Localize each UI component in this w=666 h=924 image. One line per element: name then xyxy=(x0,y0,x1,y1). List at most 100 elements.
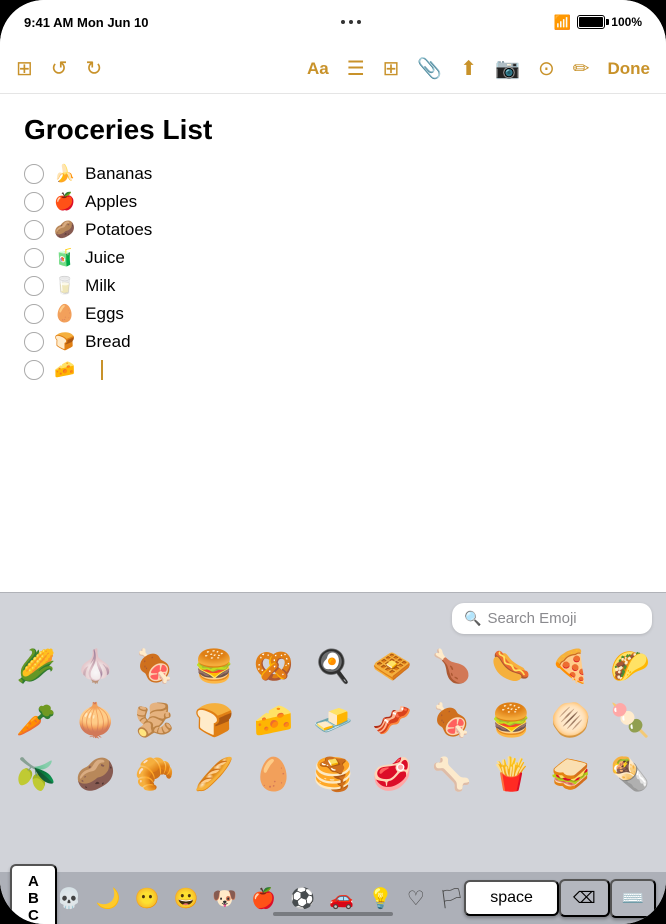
check-circle[interactable] xyxy=(24,248,44,268)
text-cursor xyxy=(96,360,103,380)
sidebar-icon[interactable]: ⊞ xyxy=(16,56,33,81)
emoji-cell[interactable]: 🍖 xyxy=(428,694,476,746)
item-emoji: 🍌 xyxy=(54,164,75,184)
checklist-item[interactable]: 🧀 xyxy=(24,360,642,380)
emoji-cell[interactable]: 🧇 xyxy=(368,640,416,692)
status-center-dots xyxy=(341,20,361,24)
emoji-cell[interactable]: 🌯 xyxy=(606,748,654,800)
toolbar: ⊞ ↺ ↻ Aa ☰ ⊞ 📎 ⬆ 📷 ⊙ ✏ Done xyxy=(0,44,666,94)
checklist-item[interactable]: 🥛 Milk xyxy=(24,276,642,296)
status-right: 📶 100% xyxy=(554,14,642,31)
check-circle[interactable] xyxy=(24,332,44,352)
emoji-cell[interactable]: 🍔 xyxy=(190,640,238,692)
camera-icon[interactable]: 📷 xyxy=(495,56,520,81)
emoji-cell[interactable]: 🦴 xyxy=(428,748,476,800)
checklist-icon[interactable]: ☰ xyxy=(347,56,365,81)
emoji-cell[interactable]: 🥕 xyxy=(12,694,60,746)
emoji-cell[interactable]: 🥖 xyxy=(190,748,238,800)
checklist: 🍌 Bananas 🍎 Apples 🥔 Potatoes 🧃 Juice 🥛 … xyxy=(24,164,642,380)
item-label: Apples xyxy=(85,192,137,212)
space-button[interactable]: space xyxy=(464,880,559,916)
emoji-category-icon-6[interactable]: ⚽ xyxy=(290,886,315,911)
emoji-cell[interactable]: 🍞 xyxy=(190,694,238,746)
emoji-cell[interactable]: 🫒 xyxy=(12,748,60,800)
emoji-cell[interactable]: 🍳 xyxy=(309,640,357,692)
emoji-category-icon-2[interactable]: 😶 xyxy=(135,886,160,911)
emoji-cell[interactable]: 🍖 xyxy=(131,640,179,692)
emoji-category-icon-10[interactable]: 🏳 xyxy=(439,886,464,911)
checklist-item[interactable]: 🧃 Juice xyxy=(24,248,642,268)
redo-icon[interactable]: ↻ xyxy=(86,56,103,81)
delete-button[interactable]: ⌫ xyxy=(559,879,610,917)
item-label: Bread xyxy=(85,332,130,352)
emoji-category-icon-0[interactable]: 💀 xyxy=(57,886,82,911)
emoji-cell[interactable]: 🥔 xyxy=(71,748,119,800)
check-circle[interactable] xyxy=(24,164,44,184)
more-icon[interactable]: ⊙ xyxy=(538,56,555,81)
compose-icon[interactable]: ✏ xyxy=(573,56,590,81)
checklist-item[interactable]: 🥔 Potatoes xyxy=(24,220,642,240)
item-label: Potatoes xyxy=(85,220,152,240)
emoji-cell[interactable]: 🧈 xyxy=(309,694,357,746)
status-bar: 9:41 AM Mon Jun 10 📶 100% xyxy=(0,0,666,44)
emoji-cell[interactable]: 🥚 xyxy=(250,748,298,800)
emoji-cell[interactable]: 🍡 xyxy=(606,694,654,746)
emoji-cell[interactable]: 🧅 xyxy=(71,694,119,746)
search-icon: 🔍 xyxy=(464,610,481,627)
emoji-category-icon-7[interactable]: 🚗 xyxy=(329,886,354,911)
check-circle[interactable] xyxy=(24,192,44,212)
done-button[interactable]: Done xyxy=(608,59,651,79)
emoji-search-box[interactable]: 🔍 Search Emoji xyxy=(452,603,652,634)
emoji-cell[interactable]: 🌭 xyxy=(487,640,535,692)
emoji-cell[interactable]: 🍟 xyxy=(487,748,535,800)
emoji-cell[interactable]: 🥩 xyxy=(368,748,416,800)
status-time: 9:41 AM Mon Jun 10 xyxy=(24,15,149,30)
abc-button[interactable]: A B C xyxy=(10,864,57,924)
keyboard-toggle-button[interactable]: ⌨️ xyxy=(610,879,656,918)
emoji-cell[interactable]: 🥨 xyxy=(250,640,298,692)
emoji-category-icon-8[interactable]: 💡 xyxy=(368,886,393,911)
emoji-cell[interactable]: 🫚 xyxy=(131,694,179,746)
emoji-cell[interactable]: 🌮 xyxy=(606,640,654,692)
dot1 xyxy=(341,20,345,24)
format-aa-button[interactable]: Aa xyxy=(307,59,329,79)
emoji-cell[interactable]: 🍔 xyxy=(487,694,535,746)
share-icon[interactable]: ⬆ xyxy=(460,56,477,81)
check-circle[interactable] xyxy=(24,304,44,324)
emoji-cell[interactable]: 🍕 xyxy=(547,640,595,692)
attachment-icon[interactable]: 📎 xyxy=(417,56,442,81)
toolbar-right: Aa ☰ ⊞ 📎 ⬆ 📷 ⊙ ✏ Done xyxy=(307,56,650,81)
checklist-item[interactable]: 🍌 Bananas xyxy=(24,164,642,184)
emoji-row: 🌽🧄🍖🍔🥨🍳🧇🍗🌭🍕🌮 xyxy=(8,640,658,692)
emoji-category-icon-9[interactable]: ♡ xyxy=(407,886,425,911)
emoji-cell[interactable]: 🧄 xyxy=(71,640,119,692)
emoji-row: 🥕🧅🫚🍞🧀🧈🥓🍖🍔🫓🍡 xyxy=(8,694,658,746)
check-circle[interactable] xyxy=(24,220,44,240)
undo-icon[interactable]: ↺ xyxy=(51,56,68,81)
emoji-cell[interactable]: 🥪 xyxy=(547,748,595,800)
emoji-category-icon-3[interactable]: 😀 xyxy=(173,886,198,911)
emoji-cell[interactable]: 🥓 xyxy=(368,694,416,746)
emoji-cell[interactable]: 🥐 xyxy=(131,748,179,800)
emoji-cell[interactable]: 🍗 xyxy=(428,640,476,692)
emoji-search-bar: 🔍 Search Emoji xyxy=(0,593,666,640)
emoji-cell[interactable]: 🥞 xyxy=(309,748,357,800)
emoji-category-icon-4[interactable]: 🐶 xyxy=(212,886,237,911)
note-title: Groceries List xyxy=(24,114,642,146)
emoji-cell[interactable]: 🫓 xyxy=(547,694,595,746)
delete-icon: ⌫ xyxy=(573,888,596,908)
emoji-cell[interactable]: 🧀 xyxy=(250,694,298,746)
checklist-item[interactable]: 🍎 Apples xyxy=(24,192,642,212)
table-icon[interactable]: ⊞ xyxy=(383,56,400,81)
item-emoji: 🧀 xyxy=(54,360,75,380)
emoji-cell[interactable]: 🌽 xyxy=(12,640,60,692)
emoji-category-icon-5[interactable]: 🍎 xyxy=(251,886,276,911)
item-label: Bananas xyxy=(85,164,152,184)
check-circle[interactable] xyxy=(24,360,44,380)
item-label: Milk xyxy=(85,276,115,296)
item-label: Juice xyxy=(85,248,125,268)
checklist-item[interactable]: 🥚 Eggs xyxy=(24,304,642,324)
checklist-item[interactable]: 🍞 Bread xyxy=(24,332,642,352)
check-circle[interactable] xyxy=(24,276,44,296)
emoji-category-icon-1[interactable]: 🌙 xyxy=(96,886,121,911)
